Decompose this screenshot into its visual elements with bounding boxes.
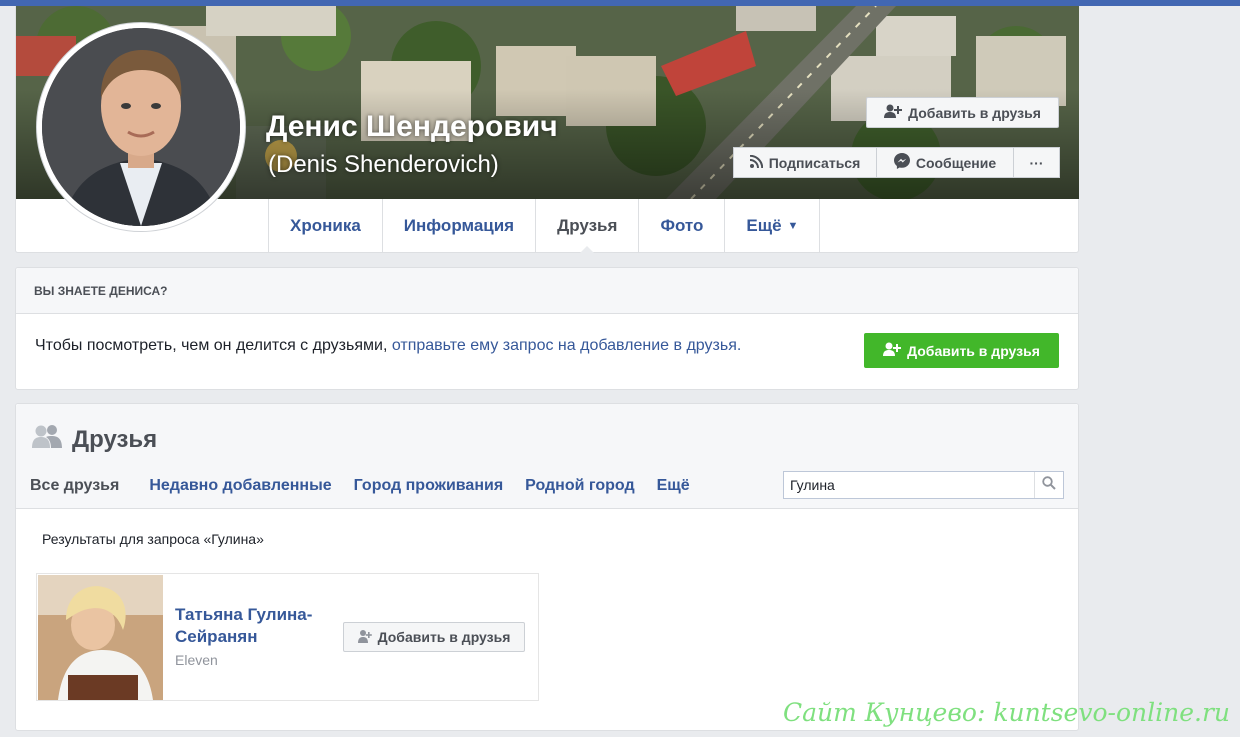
tab-more[interactable]: Ещё ▼: [725, 199, 821, 252]
friends-icon: [32, 424, 62, 455]
friend-name-link[interactable]: Татьяна Гулина-Сейранян: [175, 604, 335, 648]
friend-portrait: [38, 575, 163, 700]
tab-timeline-label: Хроника: [290, 215, 361, 235]
follow-label: Подписаться: [768, 154, 861, 171]
profile-avatar[interactable]: [36, 22, 246, 232]
friends-title-text: Друзья: [72, 425, 158, 453]
send-request-link[interactable]: отправьте ему запрос на добавление в дру…: [392, 337, 741, 354]
tab-hometown[interactable]: Родной город: [525, 477, 634, 495]
friend-subtitle: Eleven: [175, 652, 218, 668]
profile-alternate-name: (Denis Shenderovich): [268, 151, 499, 178]
tab-about-label: Информация: [403, 215, 515, 235]
tab-current-city[interactable]: Город проживания: [354, 477, 504, 495]
tab-more-label: Ещё: [746, 215, 782, 235]
friend-add-button[interactable]: Добавить в друзья: [343, 622, 525, 652]
search-button[interactable]: [1034, 472, 1062, 498]
tab-photos-label: Фото: [660, 215, 704, 235]
friend-result-card: Татьяна Гулина-Сейранян Eleven Добавить …: [36, 573, 539, 701]
tab-photos[interactable]: Фото: [639, 199, 726, 252]
follow-button[interactable]: Подписаться: [733, 147, 877, 178]
chevron-down-icon: ▼: [787, 219, 799, 232]
more-options-label: ···: [1029, 154, 1044, 171]
search-icon: [1041, 475, 1056, 495]
messenger-icon: [893, 153, 910, 172]
friends-title: Друзья: [32, 424, 157, 455]
tab-more-filters[interactable]: Ещё: [657, 477, 690, 495]
tab-all-friends[interactable]: Все друзья: [30, 477, 119, 495]
friends-section: Друзья Все друзья Недавно добавленные Го…: [15, 403, 1079, 731]
tab-friends[interactable]: Друзья: [536, 199, 640, 253]
add-friend-icon: [884, 104, 903, 121]
search-results-label: Результаты для запроса «Гулина»: [42, 531, 264, 547]
profile-actions: Подписаться Сообщение ···: [733, 147, 1060, 178]
profile-header: Денис Шендерович (Denis Shenderovich) До…: [15, 6, 1079, 253]
tab-recently-added[interactable]: Недавно добавленные: [149, 477, 331, 495]
do-you-know-text: Чтобы посмотреть, чем он делится с друзь…: [35, 337, 741, 355]
add-friend-icon: [883, 342, 902, 359]
tab-timeline[interactable]: Хроника: [269, 199, 383, 252]
do-you-know-card: ВЫ ЗНАЕТЕ ДЕНИСА? Чтобы посмотреть, чем …: [15, 267, 1079, 390]
friend-add-label: Добавить в друзья: [377, 629, 511, 645]
friends-search: [783, 471, 1064, 499]
site-watermark: Сайт Кунцево: kuntsevo-online.ru: [783, 698, 1230, 727]
friends-search-input[interactable]: [784, 473, 1034, 497]
add-friend-button[interactable]: Добавить в друзья: [866, 97, 1059, 128]
add-friend-green-label: Добавить в друзья: [907, 342, 1040, 359]
friend-photo[interactable]: [38, 575, 163, 700]
rss-icon: [749, 154, 763, 171]
add-friend-label: Добавить в друзья: [908, 104, 1041, 121]
avatar-portrait: [42, 28, 240, 226]
friends-filter-tabs: Все друзья Недавно добавленные Город про…: [30, 477, 712, 495]
message-label: Сообщение: [915, 154, 997, 171]
do-you-know-plain: Чтобы посмотреть, чем он делится с друзь…: [35, 337, 388, 354]
message-button[interactable]: Сообщение: [877, 147, 1014, 178]
add-friend-green-button[interactable]: Добавить в друзья: [864, 333, 1059, 368]
tab-about[interactable]: Информация: [383, 199, 537, 252]
tab-friends-label: Друзья: [557, 215, 618, 235]
more-options-button[interactable]: ···: [1014, 147, 1060, 178]
do-you-know-heading: ВЫ ЗНАЕТЕ ДЕНИСА?: [16, 268, 1078, 314]
profile-name[interactable]: Денис Шендерович: [266, 110, 558, 144]
add-friend-icon: [357, 629, 372, 646]
profile-tabs: Хроника Информация Друзья Фото Ещё ▼: [268, 199, 821, 253]
